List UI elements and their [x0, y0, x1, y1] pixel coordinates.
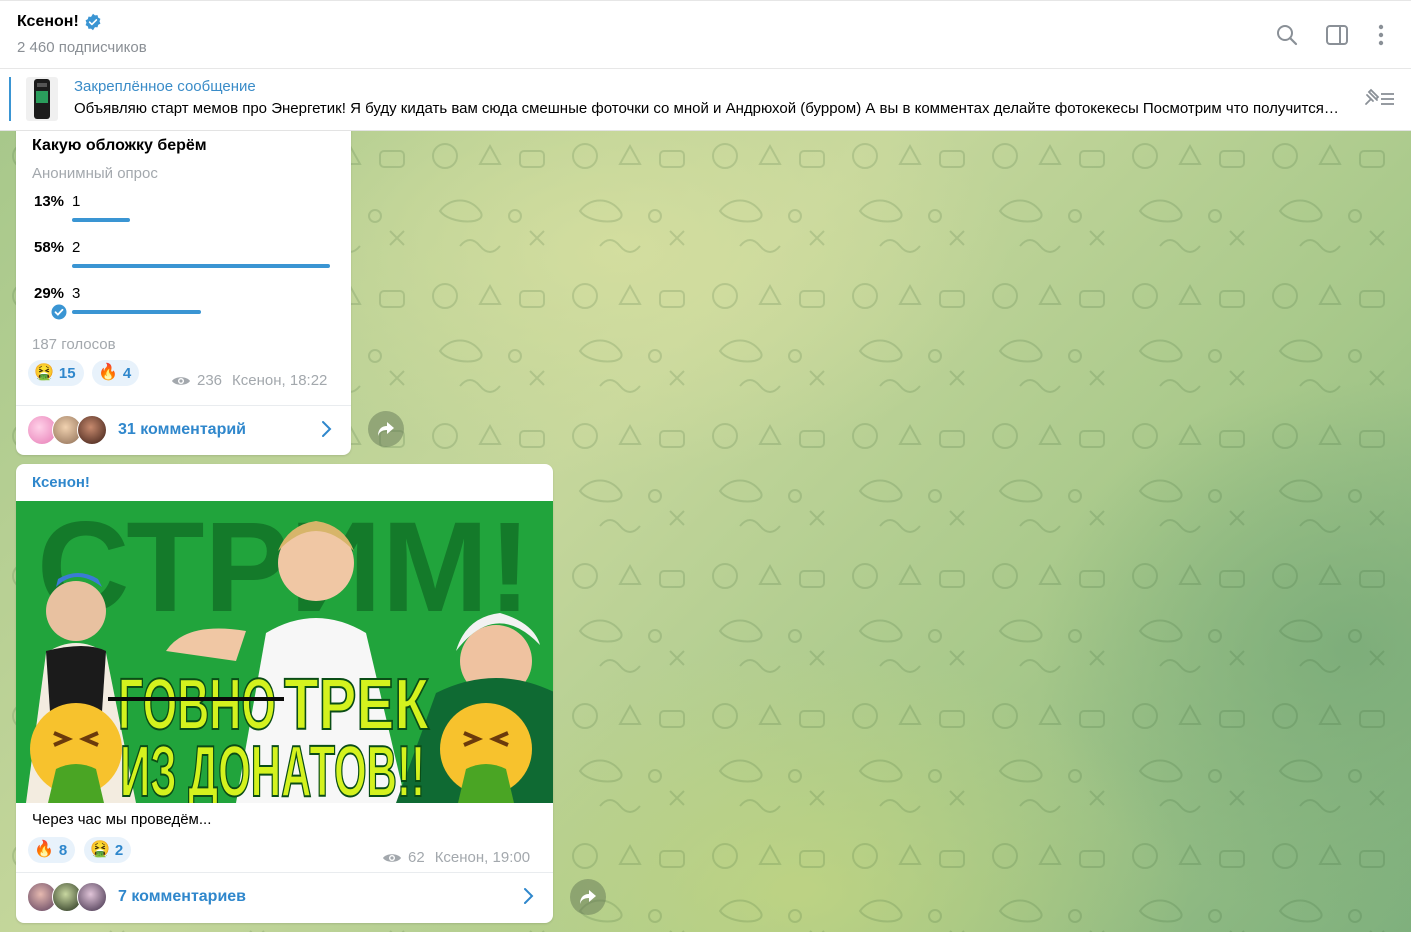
views-eye-icon: [172, 376, 190, 385]
avatar: [77, 882, 107, 912]
reaction-fire[interactable]: 🔥 8: [28, 837, 76, 863]
pinned-text: Объявляю старт мемов про Энергетик! Я бу…: [74, 100, 1339, 117]
reaction-count: 4: [122, 364, 132, 382]
message-meta: 236 Ксенон, 18:22: [171, 372, 327, 389]
poll-type: Анонимный опрос: [32, 165, 158, 182]
poll-option-label: 3: [72, 285, 81, 302]
poll-option-percent: 13%: [34, 193, 65, 210]
verified-badge-icon: [85, 13, 101, 31]
reaction-fire[interactable]: 🔥 4: [92, 360, 140, 386]
chevron-right-icon: [322, 421, 332, 437]
poll-option-label: 2: [72, 239, 81, 256]
avatar: [77, 415, 107, 445]
vomit-emoji-icon: 🤮: [90, 841, 110, 858]
pinned-indicator: [9, 77, 11, 121]
media-message[interactable]: Ксенон! СТРИМ!: [16, 464, 553, 923]
comments-button[interactable]: 31 комментарий: [16, 405, 351, 455]
channel-name[interactable]: Ксенон!: [17, 13, 79, 31]
chat-header: Ксенон! 2 460 подписчиков: [0, 0, 1411, 69]
poll-option-bar: [72, 218, 130, 222]
fire-emoji-icon: 🔥: [98, 364, 118, 381]
reaction-count: 8: [58, 841, 68, 859]
chevron-right-icon: [524, 888, 534, 904]
sidebar-toggle-icon[interactable]: [1325, 23, 1349, 47]
pinned-message-bar[interactable]: Закреплённое сообщение Объявляю старт ме…: [0, 69, 1411, 131]
pinned-title: Закреплённое сообщение: [74, 78, 256, 95]
vomit-emoji-icon: 🤮: [34, 364, 54, 381]
commenter-avatars: [27, 882, 107, 912]
share-button[interactable]: [570, 879, 606, 915]
poll-option-bar: [72, 264, 330, 268]
post-author[interactable]: Ксенон!: [32, 474, 90, 491]
post-author-time: Ксенон, 19:00: [434, 849, 531, 866]
subscriber-count: 2 460 подписчиков: [17, 39, 147, 56]
commenter-avatars: [27, 415, 107, 445]
thumbnail-line2: ИЗ ДОНАТОВ!!: [120, 732, 425, 803]
view-count: 236: [197, 372, 223, 389]
pinned-list-icon[interactable]: [1362, 86, 1396, 110]
stream-thumbnail: СТРИМ!: [16, 501, 553, 803]
share-button[interactable]: [368, 411, 404, 447]
poll-option-bar: [72, 310, 201, 314]
reaction-count: 15: [58, 364, 76, 382]
share-arrow-icon: [580, 890, 596, 904]
poll-option-percent: 58%: [34, 239, 65, 256]
pinned-thumbnail: [26, 77, 58, 121]
chat-area[interactable]: Какую обложку берём Анонимный опрос 13% …: [0, 131, 1411, 932]
post-caption: Через час мы проведём...: [32, 811, 212, 828]
share-arrow-icon: [378, 422, 394, 436]
channel-title[interactable]: Ксенон!: [17, 13, 102, 31]
comments-label: 31 комментарий: [118, 421, 247, 438]
comments-label: 7 комментариев: [118, 888, 247, 905]
comments-button[interactable]: 7 комментариев: [16, 872, 553, 923]
search-icon[interactable]: [1275, 23, 1299, 47]
post-image[interactable]: СТРИМ!: [16, 501, 553, 803]
fire-emoji-icon: 🔥: [34, 841, 54, 858]
reaction-count: 2: [114, 841, 124, 859]
view-count: 62: [408, 849, 425, 866]
poll-option-percent: 29%: [34, 285, 65, 302]
poll-question: Какую обложку берём: [32, 137, 207, 154]
views-eye-icon: [383, 853, 401, 862]
reaction-vomit[interactable]: 🤮 15: [28, 360, 84, 386]
thumbnail-title: ГОВНО ТРЕК ИЗ ДОНАТОВ!!: [108, 664, 431, 803]
poll-message[interactable]: Какую обложку берём Анонимный опрос 13% …: [16, 131, 351, 455]
more-options-icon[interactable]: [1369, 23, 1393, 47]
post-author-time: Ксенон, 18:22: [232, 372, 328, 389]
voted-check-icon: [51, 304, 67, 320]
poll-option-label: 1: [72, 193, 81, 210]
poll-vote-count: 187 голосов: [32, 336, 116, 353]
message-meta: 62 Ксенон, 19:00: [382, 849, 530, 866]
reaction-vomit[interactable]: 🤮 2: [84, 837, 132, 863]
